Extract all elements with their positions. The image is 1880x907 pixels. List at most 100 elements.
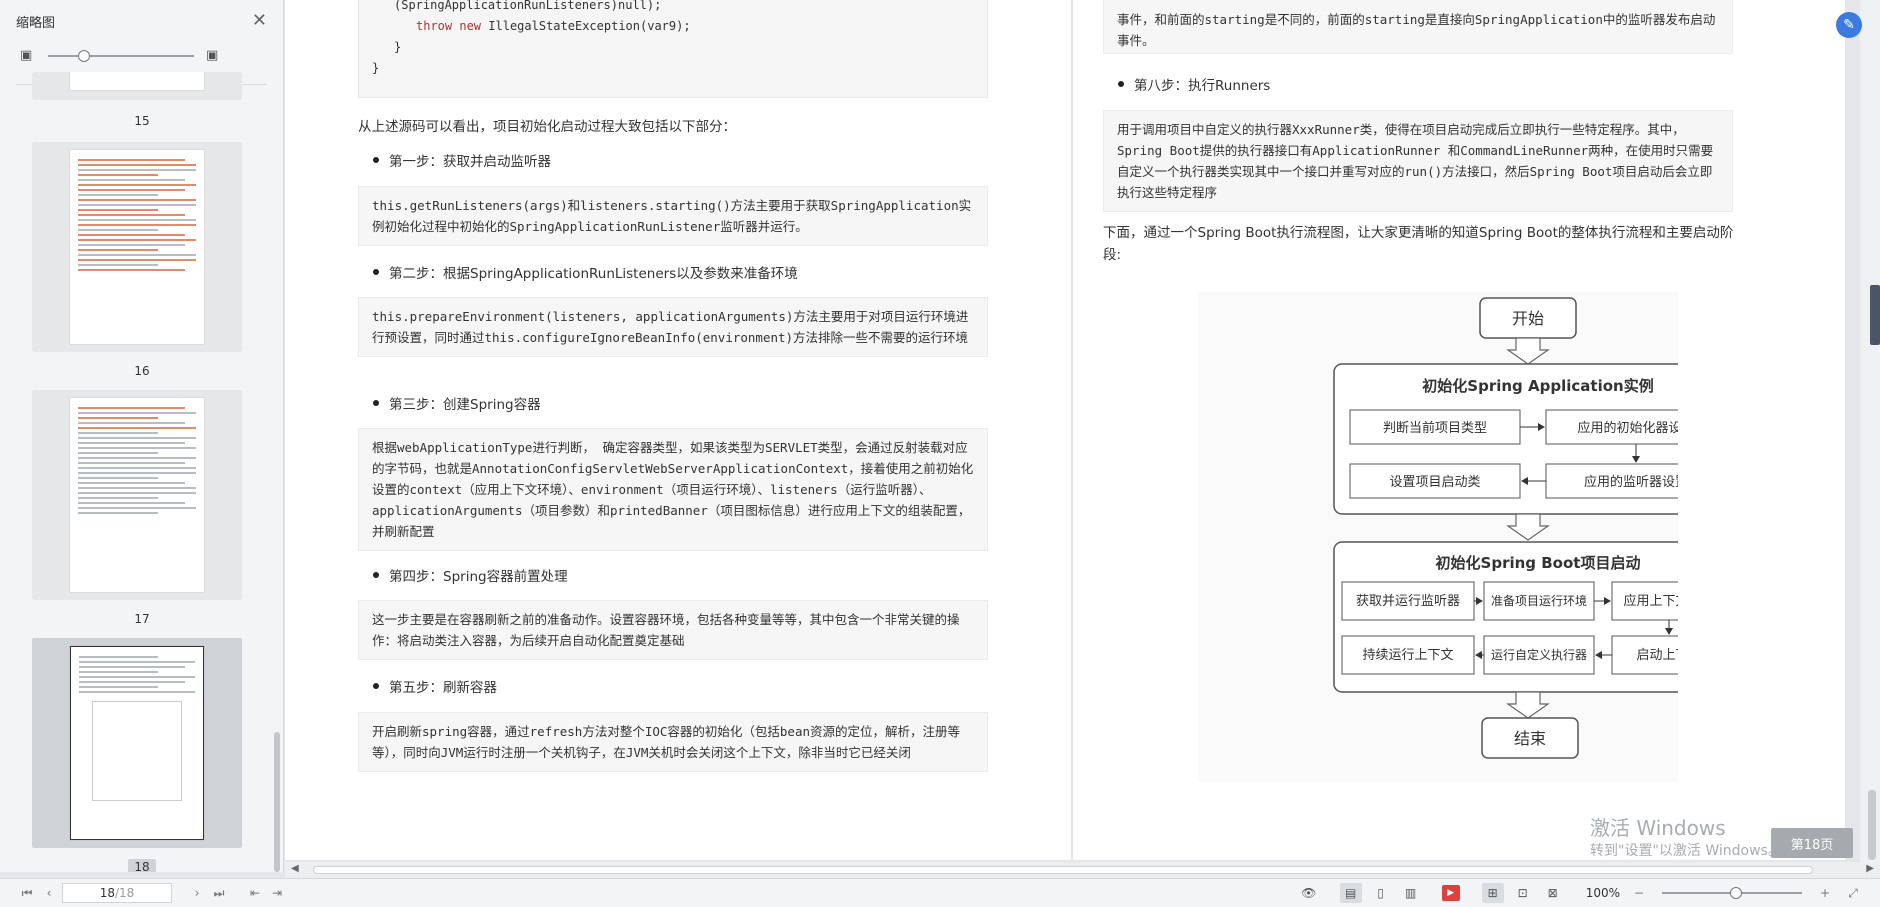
next-page-icon[interactable]: › bbox=[188, 884, 206, 902]
flow-start-node: 开始 bbox=[1479, 297, 1577, 339]
two-page-icon[interactable]: ▥ bbox=[1400, 883, 1422, 903]
thumbnail-size-slider[interactable] bbox=[48, 50, 194, 62]
single-page-icon[interactable]: ▯ bbox=[1370, 883, 1392, 903]
flow-group-init-app: 初始化Spring Application实例 判断当前项目类型 应用的初始化器… bbox=[1333, 363, 1678, 515]
intro-paragraph: 从上述源码可以看出，项目初始化启动过程大致包括以下部分： bbox=[358, 119, 736, 135]
step-title: 第四步：Spring容器前置处理 bbox=[373, 565, 568, 585]
thumbnail-number: 16 bbox=[134, 364, 150, 378]
flow-arrow bbox=[1506, 513, 1550, 541]
page-left: (SpringApplicationRunListeners)null); th… bbox=[285, 0, 1071, 860]
flow-box-label: 应用的初始化器设置 bbox=[1577, 420, 1678, 436]
play-icon[interactable]: ▶ bbox=[1441, 885, 1460, 901]
assistant-icon[interactable]: ✎ bbox=[1836, 12, 1862, 38]
step-body: this.prepareEnvironment(listeners, appli… bbox=[358, 297, 988, 357]
code-block: (SpringApplicationRunListeners)null); th… bbox=[358, 0, 988, 98]
prev-page-icon[interactable]: ‹ bbox=[40, 884, 58, 902]
horizontal-scrollbar-thumb[interactable] bbox=[313, 866, 1813, 874]
windows-activation-hint: 转到"设置"以激活 Windows。 bbox=[1590, 843, 1782, 859]
step-title: 第二步：根据SpringApplicationRunListeners以及参数来… bbox=[373, 262, 798, 282]
sidebar-scrollbar[interactable] bbox=[274, 72, 280, 872]
flow-box-label: 判断当前项目类型 bbox=[1383, 420, 1487, 436]
flow-box-label: 应用上下文装配 bbox=[1623, 593, 1678, 609]
zoom-slider-knob[interactable] bbox=[1730, 887, 1742, 899]
flow-box-label: 准备项目运行环境 bbox=[1491, 593, 1587, 608]
thumbnail-page bbox=[70, 398, 204, 592]
sidebar-header: 缩略图 ✕ bbox=[0, 0, 283, 42]
thumbnail-number: 17 bbox=[134, 612, 150, 626]
scrollbar-thumb[interactable] bbox=[274, 732, 280, 872]
flow-box-label: 获取并运行监听器 bbox=[1356, 594, 1460, 609]
code-line: } bbox=[372, 61, 380, 75]
zoom-level[interactable]: 100% bbox=[1586, 886, 1620, 900]
spring-boot-flowchart: 开始 初始化Spring Application实例 判断当前项目类型 应用的初… bbox=[1198, 292, 1678, 782]
step-title: 第五步：刷新容器 bbox=[373, 676, 497, 696]
code-line: (SpringApplicationRunListeners)null); bbox=[394, 0, 662, 12]
first-page-icon[interactable]: ⏮ bbox=[18, 884, 36, 902]
flow-box-label: 应用的监听器设置 bbox=[1584, 474, 1678, 490]
step-title: 第八步：执行Runners bbox=[1118, 74, 1270, 94]
page-right: 事件，和前面的starting是不同的，前面的starting是直接向Sprin… bbox=[1073, 0, 1845, 860]
top-note-box: 事件，和前面的starting是不同的，前面的starting是直接向Sprin… bbox=[1103, 0, 1733, 54]
flow-box-label: 启动上下文 bbox=[1636, 648, 1678, 663]
small-image-icon[interactable]: ▣ bbox=[20, 49, 36, 63]
flow-box-label: 设置项目启动类 bbox=[1389, 475, 1480, 490]
thumbnail-sidebar: 缩略图 ✕ ▣ ▣ 15 16 17 18 bbox=[0, 0, 284, 872]
sidebar-title: 缩略图 bbox=[16, 15, 56, 31]
flow-arrow bbox=[1506, 691, 1550, 719]
code-line: } bbox=[394, 40, 402, 54]
thumbnail-15[interactable] bbox=[32, 72, 242, 100]
thumbnail-number: 15 bbox=[134, 114, 150, 128]
flow-intro-paragraph: 下面，通过一个Spring Boot执行流程图，让大家更清晰的知道Spring … bbox=[1103, 225, 1734, 263]
slider-knob[interactable] bbox=[78, 50, 90, 62]
flow-start-label: 开始 bbox=[1512, 309, 1544, 328]
flow-group-init-boot: 初始化Spring Boot项目启动 获取并运行监听器 准备项目运行环境 应用上… bbox=[1333, 541, 1678, 693]
vertical-scrollbar-thumb[interactable] bbox=[1868, 790, 1876, 860]
go-back-icon[interactable]: ⇤ bbox=[246, 884, 264, 902]
flow-end-node: 结束 bbox=[1481, 717, 1579, 759]
fit-width-icon[interactable]: ⊞ bbox=[1481, 883, 1504, 903]
step-body: 根据webApplicationType进行判断， 确定容器类型，如果该类型为S… bbox=[358, 428, 988, 551]
step-body: 开启刷新spring容器，通过refresh方法对整个IOC容器的初始化（包括b… bbox=[358, 712, 988, 772]
thumbnail-page bbox=[70, 646, 204, 840]
eye-protection-icon[interactable]: 👁 bbox=[1298, 883, 1320, 903]
thumbnail-16[interactable] bbox=[32, 142, 242, 352]
thumbnail-17[interactable] bbox=[32, 390, 242, 600]
close-icon[interactable]: ✕ bbox=[252, 12, 267, 30]
scroll-left-icon[interactable]: ◀ bbox=[291, 863, 299, 874]
zoom-out-icon[interactable]: − bbox=[1630, 884, 1648, 902]
thumbnail-number-active: 18 bbox=[0, 859, 284, 872]
fit-page-icon[interactable]: ⊡ bbox=[1512, 883, 1534, 903]
flow-end-label: 结束 bbox=[1514, 729, 1546, 748]
zoom-slider[interactable] bbox=[1662, 887, 1802, 899]
fullscreen-icon[interactable]: ⤢ bbox=[1844, 884, 1862, 902]
thumbnail-18[interactable] bbox=[32, 638, 242, 848]
actual-size-icon[interactable]: ⊠ bbox=[1542, 883, 1564, 903]
thumbnail-size-control: ▣ ▣ bbox=[0, 42, 283, 70]
step-body: 这一步主要是在容器刷新之前的准备动作。设置容器环境，包括各种变量等等，其中包含一… bbox=[358, 600, 988, 660]
flow-arrow bbox=[1506, 337, 1550, 365]
go-forward-icon[interactable]: ⇥ bbox=[268, 884, 286, 902]
scroll-marker[interactable] bbox=[1870, 285, 1880, 345]
thumbnail-page bbox=[70, 150, 204, 344]
flow-group-title: 初始化Spring Boot项目启动 bbox=[1436, 554, 1641, 572]
zoom-in-icon[interactable]: + bbox=[1816, 884, 1834, 902]
last-page-icon[interactable]: ⏭ bbox=[210, 884, 228, 902]
flow-box-label: 持续运行上下文 bbox=[1362, 648, 1453, 663]
scroll-right-icon[interactable]: ▶ bbox=[1866, 863, 1874, 874]
step-title: 第一步：获取并启动监听器 bbox=[373, 150, 551, 170]
page-number-input[interactable]: 18/18 bbox=[62, 883, 172, 903]
page-indicator-badge: 第18页 bbox=[1771, 828, 1853, 858]
large-image-icon[interactable]: ▣ bbox=[206, 49, 222, 63]
flow-box-label: 运行自定义执行器 bbox=[1491, 647, 1587, 662]
thumbnail-page bbox=[70, 72, 204, 90]
flow-group-title: 初始化Spring Application实例 bbox=[1422, 377, 1653, 395]
windows-activation-watermark: 激活 Windows bbox=[1590, 816, 1726, 840]
step-body: 用于调用项目中自定义的执行器XxxRunner类，使得在项目启动完成后立即执行一… bbox=[1103, 110, 1733, 212]
step-title: 第三步：创建Spring容器 bbox=[373, 393, 541, 413]
continuous-view-icon[interactable]: ▤ bbox=[1339, 883, 1362, 903]
right-rail bbox=[1860, 0, 1880, 872]
thumbnail-list: 15 16 17 18 bbox=[0, 72, 284, 872]
status-bar: ⏮ ‹ 18/18 › ⏭ ⇤ ⇥ 👁 ▤ ▯ ▥ ▶ ⊞ ⊡ ⊠ 100% −… bbox=[0, 878, 1880, 907]
step-body: this.getRunListeners(args)和listeners.sta… bbox=[358, 186, 988, 246]
horizontal-scrollbar[interactable]: ◀ ▶ bbox=[285, 862, 1880, 878]
